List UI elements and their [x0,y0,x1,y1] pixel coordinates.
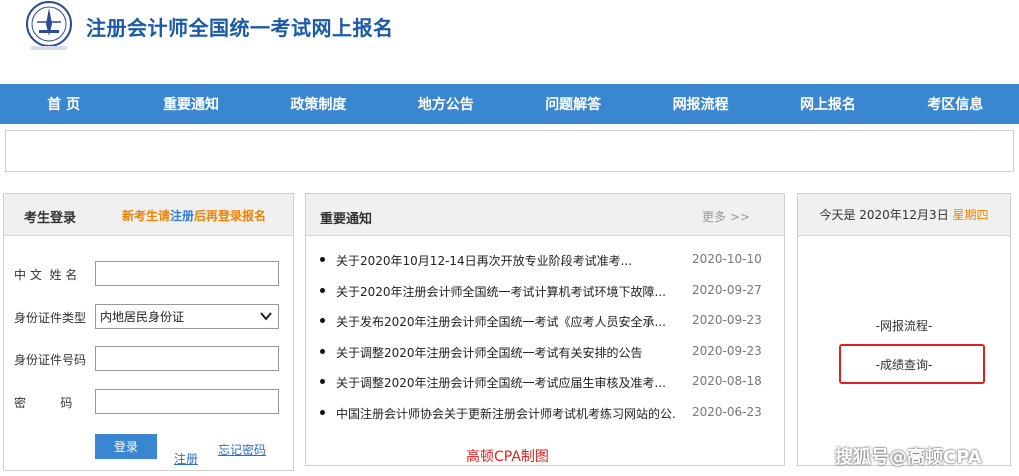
login-note-register-link[interactable]: 注册 [170,209,194,223]
list-item[interactable]: 关于发布2020年注册会计师全国统一考试《应考人员安全承... 2020-09-2… [318,313,778,344]
login-panel: 考生登录 新考生请注册后再登录报名 中 文 姓 名 身份证件类型 内地居民身份证… [3,193,294,471]
notice-date: 2020-10-10 [692,252,762,266]
register-link[interactable]: 注册 [174,450,198,467]
login-button[interactable]: 登录 [95,434,157,459]
date-panel: 今天是 2020年12月3日 星期四 -网报流程- -成绩查询- [797,193,1011,466]
id-number-input[interactable] [95,346,279,371]
list-item[interactable]: 中国注册会计师协会关于更新注册会计师考试机考练习网站的公... 2020-06-2… [318,405,778,436]
nav-item-faq[interactable]: 问题解答 [510,84,637,124]
cicpa-seal-icon [26,1,72,50]
bullet-icon [320,257,325,262]
notices-title: 重要通知 [320,212,373,227]
bullet-icon [320,409,325,415]
today-date-text: 今天是 2020年12月3日 [819,208,949,222]
chevron-down-icon [260,312,272,321]
notice-date: 2020-09-23 [692,313,762,328]
login-panel-header: 考生登录 新考生请注册后再登录报名 [4,194,293,236]
bullet-icon [320,287,325,293]
nav-item-home[interactable]: 首 页 [0,84,127,124]
id-type-value: 内地居民身份证 [100,310,185,324]
bullet-icon [320,379,325,385]
notice-date: 2020-08-18 [692,374,762,389]
main-nav: 首 页 重要通知 政策制度 地方公告 问题解答 网报流程 网上报名 考区信息 [0,84,1019,124]
list-item[interactable]: 关于调整2020年注册会计师全国统一考试应届生审核及准考... 2020-08-1… [318,374,778,405]
list-item[interactable]: 关于2020年注册会计师全国统一考试计算机考试环境下故障... 2020-09-2… [318,283,778,314]
nav-item-local-announcements[interactable]: 地方公告 [382,84,509,124]
notice-text[interactable]: 关于2020年注册会计师全国统一考试计算机考试环境下故障... [336,283,676,300]
name-input[interactable] [95,261,279,286]
site-title: 注册会计师全国统一考试网上报名 [86,16,394,40]
notice-text[interactable]: 关于调整2020年注册会计师全国统一考试应届生审核及准考... [336,374,676,391]
notice-date: 2020-09-23 [692,343,762,358]
login-title: 考生登录 [24,211,77,226]
gaodun-watermark: 高顿CPA制图 [466,449,549,465]
notices-more-link[interactable]: 更多 >> [702,208,750,225]
notices-panel-header: 重要通知 更多 >> [306,194,784,236]
login-note: 新考生请注册后再登录报名 [122,207,266,224]
id-type-select[interactable]: 内地居民身份证 [95,304,279,329]
password-input[interactable] [95,389,279,414]
login-note-prefix: 新考生请 [122,209,171,223]
notice-text[interactable]: 关于发布2020年注册会计师全国统一考试《应考人员安全承... [336,313,676,330]
nav-item-policy[interactable]: 政策制度 [255,84,382,124]
nav-item-notices[interactable]: 重要通知 [127,84,254,124]
name-label: 中 文 姓 名 [14,268,78,282]
password-label: 密 码 [14,396,73,410]
login-note-suffix: 后再登录报名 [194,209,267,223]
id-type-label: 身份证件类型 [14,311,87,325]
id-type-row: 身份证件类型 内地居民身份证 [14,304,284,330]
list-item[interactable]: 关于2020年10月12-14日再次开放专业阶段考试准考... 2020-10-1… [318,252,778,283]
notice-text[interactable]: 关于调整2020年注册会计师全国统一考试有关安排的公告 [336,344,676,361]
notice-text[interactable]: 中国注册会计师协会关于更新注册会计师考试机考练习网站的公... [336,405,676,422]
date-panel-header: 今天是 2020年12月3日 星期四 [798,194,1010,236]
sohu-watermark: 搜狐号@高顿CPA [835,447,982,468]
notice-text[interactable]: 关于2020年10月12-14日再次开放专业阶段考试准考... [336,252,676,269]
id-number-label: 身份证件号码 [14,353,87,367]
nav-item-online-registration[interactable]: 网上报名 [764,84,891,124]
id-number-row: 身份证件号码 [14,346,284,372]
notice-date: 2020-09-27 [692,282,762,297]
password-row: 密 码 [14,389,284,415]
notices-panel: 重要通知 更多 >> 关于2020年10月12-14日再次开放专业阶段考试准考.… [305,193,785,466]
forgot-password-link[interactable]: 忘记密码 [218,441,266,458]
nav-item-exam-area[interactable]: 考区信息 [892,84,1019,124]
bullet-icon [320,348,325,354]
name-row: 中 文 姓 名 [14,261,284,287]
highlight-box [839,344,985,384]
today-date: 今天是 2020年12月3日 星期四 [798,206,1010,223]
banner-area [5,130,1014,172]
process-link[interactable]: -网报流程- [798,317,1010,334]
list-item[interactable]: 关于调整2020年注册会计师全国统一考试有关安排的公告 2020-09-23 [318,344,778,375]
header: 注册会计师全国统一考试网上报名 [0,0,1019,84]
bullet-icon [320,318,325,324]
today-weekday: 星期四 [952,208,989,222]
notice-date: 2020-06-23 [692,404,762,419]
nav-item-process[interactable]: 网报流程 [637,84,764,124]
notice-list: 关于2020年10月12-14日再次开放专业阶段考试准考... 2020-10-1… [318,252,778,436]
